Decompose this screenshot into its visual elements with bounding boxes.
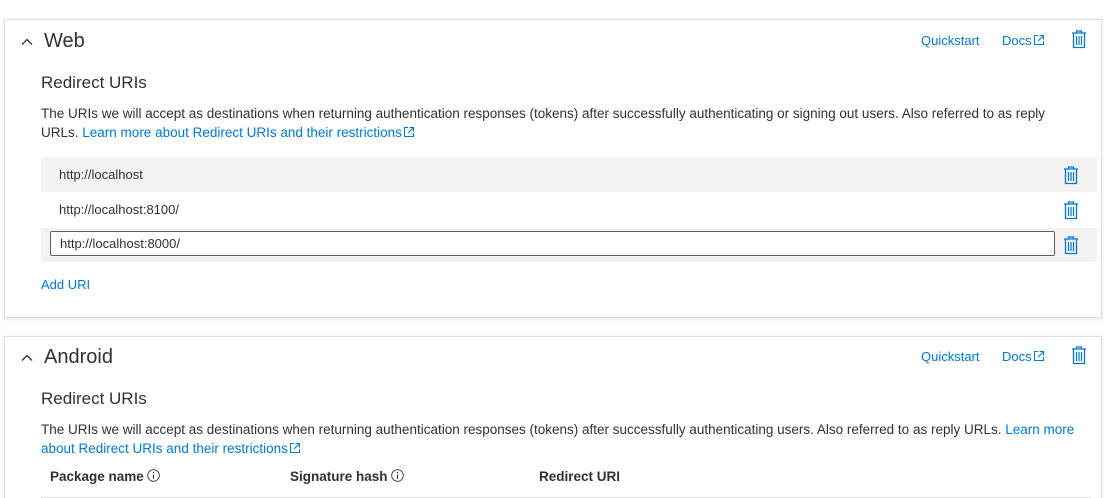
external-link-icon xyxy=(1033,350,1045,362)
redirect-uri-row-editing xyxy=(41,228,1097,262)
web-redirect-description: The URIs we will accept as destinations … xyxy=(41,104,1081,142)
android-docs-link[interactable]: Docs xyxy=(1002,349,1045,365)
android-description-text: The URIs we will accept as destinations … xyxy=(41,422,1002,437)
web-docs-link[interactable]: Docs xyxy=(1002,33,1045,49)
android-platform-card: Android Quickstart Docs Redirect URIs Th… xyxy=(4,336,1102,498)
web-docs-label: Docs xyxy=(1002,33,1032,48)
redirect-uri-value[interactable]: http://localhost xyxy=(59,167,143,183)
web-platform-card: Web Quickstart Docs Redirect URIs The UR… xyxy=(4,19,1102,318)
android-redirect-uris-heading: Redirect URIs xyxy=(41,389,147,408)
web-quickstart-link[interactable]: Quickstart xyxy=(921,33,980,49)
android-delete-platform-trash-icon[interactable] xyxy=(1070,345,1088,365)
web-delete-platform-trash-icon[interactable] xyxy=(1070,29,1088,49)
web-card-header: Web Quickstart Docs xyxy=(5,20,1101,62)
web-redirect-uris-heading: Redirect URIs xyxy=(41,73,147,92)
external-link-icon xyxy=(1033,34,1045,46)
delete-uri-trash-icon[interactable] xyxy=(1062,165,1080,185)
web-learn-more-link[interactable]: Learn more about Redirect URIs and their… xyxy=(82,125,415,140)
column-header-signature-hash: Signature hash xyxy=(290,468,404,486)
android-redirect-description: The URIs we will accept as destinations … xyxy=(41,420,1081,458)
chevron-up-icon[interactable] xyxy=(19,34,35,50)
redirect-uri-value[interactable]: http://localhost:8100/ xyxy=(59,202,179,218)
delete-uri-trash-icon[interactable] xyxy=(1062,235,1080,255)
column-header-package-name: Package name xyxy=(50,468,160,486)
add-uri-link[interactable]: Add URI xyxy=(41,277,90,293)
delete-uri-trash-icon[interactable] xyxy=(1062,200,1080,220)
info-icon[interactable] xyxy=(147,469,160,482)
android-card-header: Android Quickstart Docs xyxy=(5,337,1101,379)
column-header-label: Package name xyxy=(50,469,144,484)
web-card-title: Web xyxy=(44,30,85,52)
info-icon[interactable] xyxy=(390,469,404,482)
external-link-icon xyxy=(403,124,415,137)
redirect-uri-row: http://localhost:8100/ xyxy=(41,193,1097,227)
android-card-title: Android xyxy=(44,346,113,368)
column-header-redirect-uri: Redirect URI xyxy=(539,469,621,484)
android-docs-label: Docs xyxy=(1002,349,1032,364)
redirect-uri-input[interactable] xyxy=(50,231,1055,256)
android-quickstart-link[interactable]: Quickstart xyxy=(921,349,980,365)
column-header-label: Signature hash xyxy=(290,469,388,484)
redirect-uri-row: http://localhost xyxy=(41,158,1097,192)
chevron-up-icon[interactable] xyxy=(19,350,35,366)
external-link-icon xyxy=(289,440,301,453)
web-learn-more-label: Learn more about Redirect URIs and their… xyxy=(82,125,402,140)
